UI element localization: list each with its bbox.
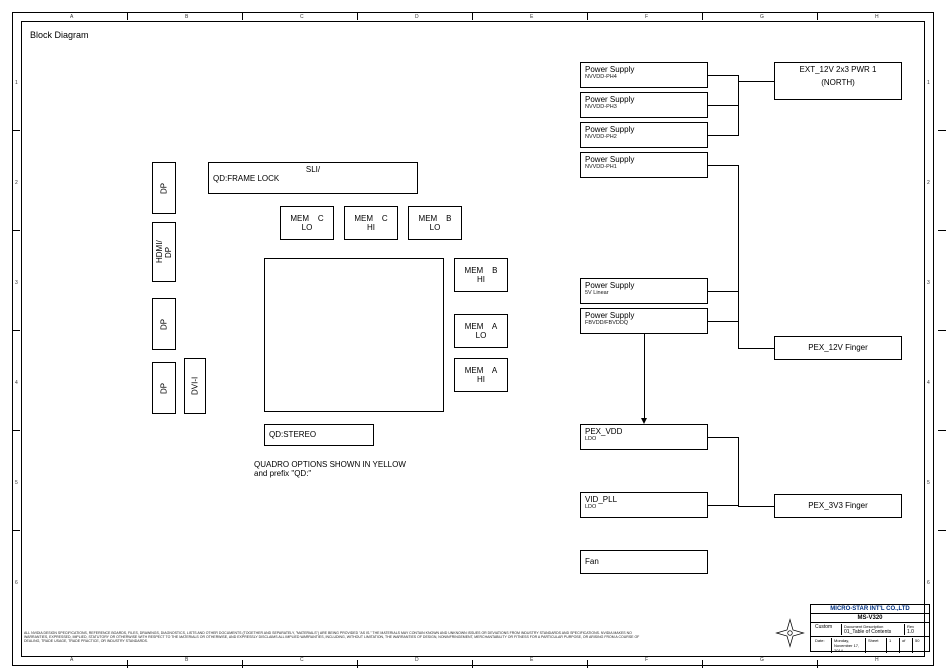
ruler-left-3: 3 bbox=[15, 280, 18, 286]
ruler-top-c: C bbox=[300, 14, 304, 20]
mem-b-lo: MEM B LO bbox=[408, 206, 462, 240]
ruler-right-3: 3 bbox=[927, 280, 930, 286]
mem-b-hi: MEM B HI bbox=[454, 258, 508, 292]
ruler-top-f: F bbox=[645, 14, 648, 20]
note-quadro-options: QUADRO OPTIONS SHOWN IN YELLOW and prefi… bbox=[254, 460, 406, 478]
mem-a-hi: MEM A HI bbox=[454, 358, 508, 392]
ruler-bot-c: C bbox=[300, 657, 304, 663]
block-ps-ph2: Power SupplyNVVDD-PH2 bbox=[580, 122, 708, 148]
ruler-top-b: B bbox=[185, 14, 188, 20]
tb-date-label: Date: bbox=[813, 638, 832, 653]
ruler-bot-g: G bbox=[760, 657, 764, 663]
port-hdmi-dp: HDMI/ DP bbox=[152, 222, 176, 282]
company-name: MICRO-STAR INT'L CO.,LTD bbox=[811, 605, 929, 614]
block-pex-vdd: PEX_VDDLDO bbox=[580, 424, 708, 450]
block-vid-pll: VID_PLLLDO bbox=[580, 492, 708, 518]
mem-c-hi: MEM C HI bbox=[344, 206, 398, 240]
ruler-top-e: E bbox=[530, 14, 533, 20]
ruler-bot-e: E bbox=[530, 657, 533, 663]
tb-of: 50 bbox=[913, 638, 927, 653]
block-ext-12v: EXT_12V 2x3 PWR 1 (NORTH) bbox=[774, 62, 902, 100]
tb-size: Custom bbox=[813, 624, 842, 635]
block-pex-3v3-finger: PEX_3V3 Finger bbox=[774, 494, 902, 518]
ruler-top-d: D bbox=[415, 14, 419, 20]
block-ps-5v-linear: Power Supply5V Linear bbox=[580, 278, 708, 304]
sli-label-top: SLI/ bbox=[213, 165, 413, 174]
ruler-bot-b: B bbox=[185, 657, 188, 663]
port-dp-top: DP bbox=[152, 162, 176, 214]
sli-label-bot: QD:FRAME LOCK bbox=[213, 174, 413, 183]
block-ps-fbvdd: Power SupplyFBVDD/FBVDDQ bbox=[580, 308, 708, 334]
ruler-bot-f: F bbox=[645, 657, 648, 663]
model-number: MS-V320 bbox=[811, 614, 929, 623]
ruler-left-4: 4 bbox=[15, 380, 18, 386]
ruler-bot-h: H bbox=[875, 657, 879, 663]
mem-c-lo: MEM C LO bbox=[280, 206, 334, 240]
port-dp-bot: DP bbox=[152, 362, 176, 414]
block-ps-ph3: Power SupplyNVVDD-PH3 bbox=[580, 92, 708, 118]
ruler-right-4: 4 bbox=[927, 380, 930, 386]
ruler-left-2: 2 bbox=[15, 180, 18, 186]
block-sli-framelock: SLI/ QD:FRAME LOCK bbox=[208, 162, 418, 194]
legal-disclaimer: ALL NVIDIA DESIGN SPECIFICATIONS, REFERE… bbox=[24, 632, 650, 644]
ruler-top-a: A bbox=[70, 14, 73, 20]
page-title: Block Diagram bbox=[30, 30, 89, 40]
compass-icon bbox=[775, 618, 805, 648]
ruler-right-6: 6 bbox=[927, 580, 930, 586]
tb-sheet: 1 bbox=[887, 638, 900, 653]
tb-sheet-label: Sheet bbox=[866, 638, 887, 653]
port-dp-mid: DP bbox=[152, 298, 176, 350]
arrow-down-icon bbox=[641, 418, 647, 424]
block-ps-ph1: Power SupplyNVVDD-PH1 bbox=[580, 152, 708, 178]
ruler-left-5: 5 bbox=[15, 480, 18, 486]
ruler-left-1: 1 bbox=[15, 80, 18, 86]
tb-of-label: of bbox=[900, 638, 913, 653]
block-ps-ph4: Power SupplyNVVDD-PH4 bbox=[580, 62, 708, 88]
title-block: MICRO-STAR INT'L CO.,LTD MS-V320 Custom … bbox=[810, 604, 930, 652]
ruler-left-6: 6 bbox=[15, 580, 18, 586]
ruler-bot-d: D bbox=[415, 657, 419, 663]
ruler-right-1: 1 bbox=[927, 80, 930, 86]
tb-rev: 1.0 bbox=[907, 629, 925, 635]
block-gpu-area bbox=[264, 258, 444, 412]
ruler-top-h: H bbox=[875, 14, 879, 20]
block-qd-stereo: QD:STEREO bbox=[264, 424, 374, 446]
tb-desc: 01_Table of Contents bbox=[844, 629, 902, 635]
mem-a-lo: MEM A LO bbox=[454, 314, 508, 348]
block-fan: Fan bbox=[580, 550, 708, 574]
ruler-top-g: G bbox=[760, 14, 764, 20]
ruler-right-5: 5 bbox=[927, 480, 930, 486]
block-pex-12v-finger: PEX_12V Finger bbox=[774, 336, 902, 360]
ruler-right-2: 2 bbox=[927, 180, 930, 186]
ruler-bot-a: A bbox=[70, 657, 73, 663]
tb-date: Monday, November 17, 2014 bbox=[832, 638, 866, 653]
port-dvi-i: DVI-I bbox=[184, 358, 206, 414]
